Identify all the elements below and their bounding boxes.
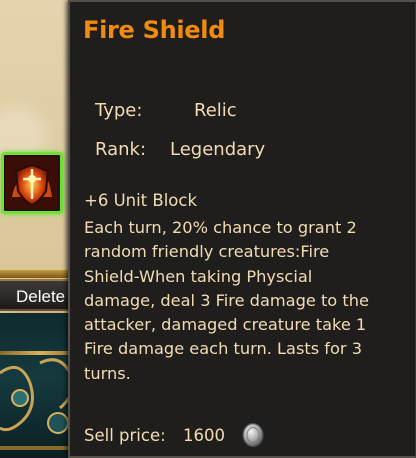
- rank-label: Rank:: [95, 139, 147, 160]
- type-value: Relic: [194, 100, 237, 121]
- relic-slot-fire-shield[interactable]: [1, 152, 63, 214]
- description-line: Each turn, 20% chance to grant 2: [84, 218, 357, 237]
- item-description: Each turn, 20% chance to grant 2 random …: [84, 216, 412, 386]
- rank-value: Legendary: [170, 139, 266, 160]
- description-line: Fire damage each turn. Lasts for 3: [84, 339, 363, 359]
- stat-bonus: +6 Unit Block: [84, 191, 198, 210]
- item-tooltip: Fire Shield Type: Relic Rank: Legendary …: [68, 0, 416, 458]
- description-line: Shield-When taking Physcial: [84, 266, 313, 286]
- description-line: damage, deal 3 Fire damage to the: [84, 290, 369, 310]
- type-label: Type:: [95, 100, 143, 121]
- silver-coin-icon: [242, 422, 264, 448]
- description-line: turns.: [84, 363, 131, 383]
- fire-shield-icon: [6, 157, 58, 209]
- item-title: Fire Shield: [83, 16, 226, 44]
- sell-price-value: 1600: [183, 426, 225, 445]
- description-line: attacker, damaged creature take 1: [84, 315, 367, 335]
- sell-price-label: Sell price:: [84, 426, 166, 445]
- description-line: random friendly creatures:Fire: [84, 242, 330, 262]
